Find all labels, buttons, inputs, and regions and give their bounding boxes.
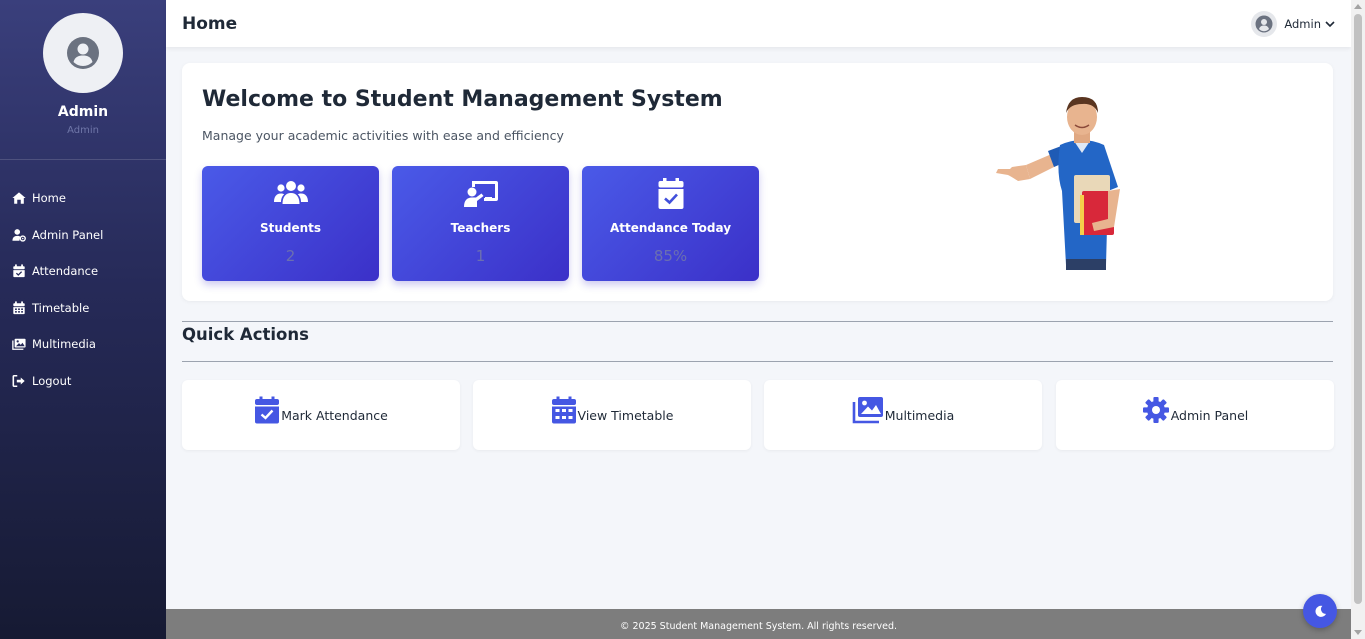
calendar-check-icon [658, 178, 683, 209]
sidebar-profile: Admin Admin [0, 0, 166, 160]
images-icon [12, 339, 26, 351]
sidebar-nav: Home Admin Panel Attendance Timetable Mu… [0, 160, 166, 399]
quick-action-label: Admin Panel [1170, 407, 1249, 423]
welcome-card: Welcome to Student Management System Man… [182, 63, 1333, 301]
sidebar-item-admin-panel[interactable]: Admin Panel [0, 217, 166, 254]
scroll-up-arrow[interactable] [1354, 4, 1362, 9]
user-menu-label: Admin [1284, 16, 1321, 31]
images-icon [852, 397, 883, 424]
user-avatar [1251, 10, 1278, 37]
chevron-down-icon [1325, 20, 1335, 27]
sidebar-item-label: Attendance [32, 264, 99, 279]
welcome-subtitle: Manage your academic activities with eas… [202, 128, 564, 143]
theme-toggle-button[interactable] [1303, 594, 1337, 628]
logout-icon [12, 374, 25, 387]
user-menu[interactable]: Admin [1251, 10, 1335, 37]
quick-action-label: View Timetable [577, 407, 674, 423]
quick-action-multimedia[interactable]: Multimedia [764, 380, 1042, 450]
sidebar: Admin Admin Home Admin Panel Attendance … [0, 0, 166, 639]
scroll-thumb[interactable] [1354, 14, 1362, 604]
footer-copyright: © 2025 Student Management System. All ri… [619, 621, 898, 632]
calendar-check-icon [13, 264, 25, 278]
user-circle-icon [67, 37, 99, 69]
footer: © 2025 Student Management System. All ri… [166, 609, 1351, 639]
stat-label: Teachers [450, 221, 511, 235]
top-bar: Home Admin [166, 0, 1351, 47]
sidebar-item-home[interactable]: Home [0, 180, 166, 217]
divider [182, 361, 1333, 362]
sidebar-item-multimedia[interactable]: Multimedia [0, 326, 166, 363]
calendar-grid-icon [551, 396, 576, 424]
quick-actions-title: Quick Actions [182, 325, 309, 344]
welcome-title: Welcome to Student Management System [202, 87, 723, 112]
stat-value: 2 [285, 247, 296, 265]
sidebar-item-label: Home [32, 191, 66, 206]
chalkboard-teacher-icon [463, 181, 498, 207]
profile-name: Admin [57, 104, 109, 120]
sidebar-item-label: Timetable [32, 300, 90, 315]
moon-icon [1315, 605, 1326, 617]
profile-role: Admin [67, 125, 99, 136]
sidebar-item-logout[interactable]: Logout [0, 363, 166, 400]
stat-value: 1 [475, 247, 486, 265]
quick-action-mark-attendance[interactable]: Mark Attendance [182, 380, 460, 450]
sidebar-item-label: Multimedia [32, 337, 96, 352]
home-icon [12, 192, 26, 204]
stat-card-attendance: Attendance Today 85% [582, 166, 759, 281]
page-title: Home [182, 13, 238, 34]
stat-label: Students [259, 221, 322, 235]
gear-icon [1142, 397, 1169, 423]
scrollbar[interactable] [1351, 0, 1365, 639]
sidebar-item-attendance[interactable]: Attendance [0, 253, 166, 290]
scroll-down-arrow[interactable] [1354, 630, 1362, 635]
quick-action-label: Mark Attendance [281, 407, 388, 423]
avatar [43, 13, 123, 93]
stat-card-students: Students 2 [202, 166, 379, 281]
quick-action-admin-panel[interactable]: Admin Panel [1056, 380, 1334, 450]
users-icon [273, 181, 308, 204]
stat-card-teachers: Teachers 1 [392, 166, 569, 281]
stat-value: 85% [653, 247, 688, 265]
divider [182, 321, 1333, 322]
sidebar-item-timetable[interactable]: Timetable [0, 290, 166, 327]
user-circle-icon [1255, 15, 1273, 32]
student-illustration [996, 97, 1120, 270]
calendar-check-icon [255, 396, 280, 424]
sidebar-item-label: Admin Panel [32, 227, 104, 242]
quick-action-view-timetable[interactable]: View Timetable [473, 380, 751, 450]
quick-action-label: Multimedia [884, 407, 955, 423]
user-gear-icon [12, 228, 26, 242]
sidebar-item-label: Logout [32, 373, 72, 388]
calendar-grid-icon [13, 301, 25, 314]
stat-label: Attendance Today [609, 221, 732, 235]
